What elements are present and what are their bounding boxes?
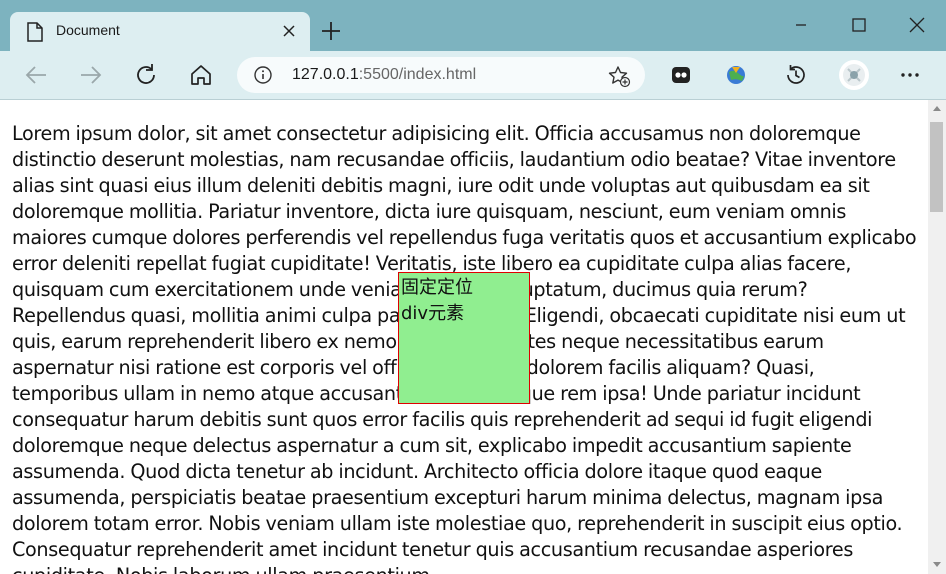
url-text[interactable]: 127.0.0.1:5500/index.html: [292, 66, 476, 84]
extension-globe-icon[interactable]: [722, 61, 750, 89]
extension-icon[interactable]: [667, 61, 695, 89]
refresh-icon[interactable]: [132, 61, 160, 89]
toolbar: 127.0.0.1:5500/index.html: [0, 51, 946, 100]
maximize-icon[interactable]: [848, 14, 870, 36]
forward-icon[interactable]: [77, 61, 105, 89]
scroll-down-arrow[interactable]: [933, 562, 941, 567]
history-icon[interactable]: [782, 61, 810, 89]
minimize-icon[interactable]: [790, 14, 812, 36]
fixed-box-line1: 固定定位: [401, 277, 473, 298]
address-bar[interactable]: 127.0.0.1:5500/index.html: [237, 57, 645, 93]
close-icon[interactable]: [282, 24, 296, 38]
plus-icon[interactable]: [320, 20, 342, 42]
more-icon[interactable]: [896, 61, 924, 89]
scroll-up-arrow[interactable]: [933, 106, 941, 111]
scroll-thumb[interactable]: [930, 122, 943, 212]
profile-icon[interactable]: [838, 59, 870, 91]
tab-title: Document: [56, 22, 120, 38]
info-icon[interactable]: [253, 65, 273, 85]
page-icon: [27, 22, 43, 42]
fixed-position-div: 固定定位 div元素: [398, 272, 530, 404]
back-icon[interactable]: [22, 61, 50, 89]
title-bar: Document: [0, 0, 946, 51]
add-favorite-icon[interactable]: [607, 64, 631, 88]
vertical-scrollbar[interactable]: [928, 100, 946, 574]
fixed-box-line2: div元素: [401, 303, 465, 324]
page-viewport: Lorem ipsum dolor, sit amet consectetur …: [0, 100, 928, 574]
tab-document[interactable]: Document: [10, 12, 310, 51]
home-icon[interactable]: [187, 61, 215, 89]
window-close-icon[interactable]: [906, 14, 928, 36]
